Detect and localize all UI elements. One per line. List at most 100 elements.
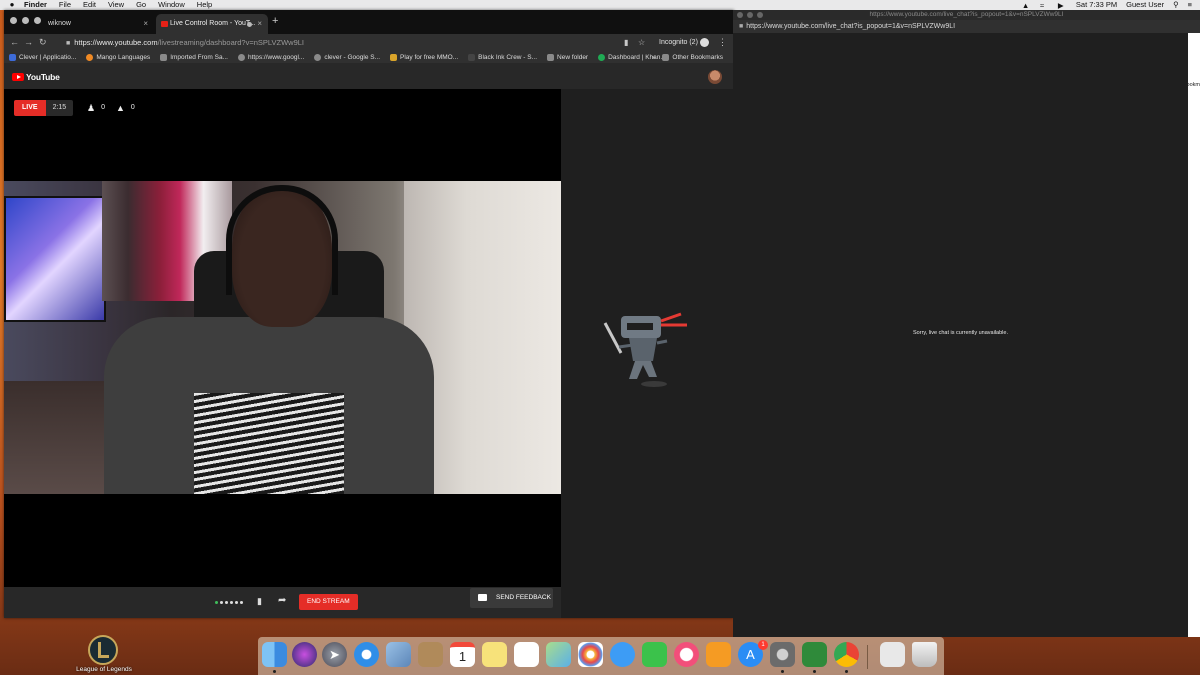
new-tab-button[interactable]: + bbox=[272, 15, 278, 27]
forward-icon[interactable]: → bbox=[24, 34, 33, 51]
photos-icon[interactable] bbox=[578, 642, 603, 667]
send-feedback-button[interactable]: SEND FEEDBACK bbox=[470, 588, 553, 608]
incognito-icon[interactable] bbox=[700, 38, 709, 47]
finder-icon[interactable] bbox=[262, 642, 287, 667]
youtube-favicon-icon bbox=[161, 21, 168, 27]
popup-window-controls bbox=[737, 12, 763, 18]
share-icon[interactable]: ➦ bbox=[278, 595, 286, 606]
popup-url: https://www.youtube.com/live_chat?is_pop… bbox=[746, 23, 956, 30]
live-chat-popup: https://www.youtube.com/live_chat?is_pop… bbox=[733, 10, 1200, 637]
live-badge: LIVE 2:15 bbox=[14, 100, 74, 116]
notification-center-icon[interactable]: ≡ bbox=[1188, 0, 1192, 10]
close-tab-icon[interactable]: × bbox=[143, 14, 148, 34]
folder-icon bbox=[662, 53, 670, 61]
address-bar[interactable]: ■ https://www.youtube.com/livestreaming/d… bbox=[58, 36, 652, 49]
spotlight-icon[interactable]: ⚲ bbox=[1173, 0, 1179, 10]
avatar[interactable] bbox=[708, 70, 722, 84]
preview-icon[interactable] bbox=[386, 642, 411, 667]
menubar-clock[interactable]: Sat 7:33 PM bbox=[1076, 0, 1117, 10]
back-icon[interactable]: ← bbox=[10, 34, 19, 51]
close-tab-icon[interactable]: × bbox=[257, 14, 262, 34]
contacts-icon[interactable] bbox=[418, 642, 443, 667]
shield-app-icon[interactable] bbox=[802, 642, 827, 667]
maps-icon[interactable] bbox=[546, 642, 571, 667]
volume-icon[interactable]: ▶ bbox=[1058, 1, 1067, 10]
itunes-icon[interactable] bbox=[674, 642, 699, 667]
end-stream-button[interactable]: END STREAM bbox=[299, 594, 358, 610]
messages-icon[interactable] bbox=[610, 642, 635, 667]
menu-go[interactable]: Go bbox=[130, 0, 152, 10]
downloads-icon[interactable] bbox=[880, 642, 905, 667]
close-window-button[interactable] bbox=[737, 12, 743, 18]
minimize-window-button[interactable] bbox=[747, 12, 753, 18]
bookmark-item[interactable]: https://www.googl... bbox=[233, 53, 309, 61]
siri-icon[interactable] bbox=[292, 642, 317, 667]
viewer-count: ♟ 0 bbox=[87, 100, 105, 116]
menu-kebab-icon[interactable]: ⋮ bbox=[718, 34, 727, 51]
bookmark-item[interactable]: Clever | Applicatio... bbox=[4, 53, 81, 61]
menu-help[interactable]: Help bbox=[191, 0, 218, 10]
other-bookmarks[interactable]: Other Bookmarks bbox=[657, 53, 728, 61]
popup-address-bar[interactable]: ■ https://www.youtube.com/live_chat?is_po… bbox=[733, 20, 1200, 33]
menu-edit[interactable]: Edit bbox=[77, 0, 102, 10]
incognito-label[interactable]: Incognito (2) bbox=[659, 34, 698, 51]
bookmarks-overflow-icon[interactable]: » bbox=[652, 54, 656, 61]
notes-icon[interactable] bbox=[482, 642, 507, 667]
youtube-logo[interactable]: YouTube bbox=[12, 72, 60, 82]
viewers-icon: ♟ bbox=[87, 103, 96, 113]
camera-icon[interactable]: ▮ bbox=[624, 34, 628, 51]
reminders-icon[interactable] bbox=[514, 642, 539, 667]
menu-finder[interactable]: Finder bbox=[18, 0, 53, 10]
reload-icon[interactable]: ↻ bbox=[39, 34, 47, 51]
running-indicator bbox=[845, 670, 848, 673]
app-store-badge: 1 bbox=[758, 640, 768, 650]
khan-icon bbox=[598, 53, 606, 61]
tab-wiknow[interactable]: wiknow × bbox=[34, 14, 154, 34]
stream-controls: ▮ ➦ END STREAM SEND FEEDBACK bbox=[4, 587, 561, 618]
menu-window[interactable]: Window bbox=[152, 0, 191, 10]
trash-icon[interactable] bbox=[912, 642, 937, 667]
minimize-window-button[interactable] bbox=[22, 17, 29, 24]
wifi-icon[interactable]: ≈ bbox=[1040, 1, 1049, 10]
bookmark-item[interactable]: Play for free MMO... bbox=[385, 53, 463, 61]
browser-toolbar: ← → ↻ ■ https://www.youtube.com/livestrea… bbox=[4, 34, 734, 51]
bookmark-item[interactable]: Mango Languages bbox=[81, 53, 155, 61]
menu-file[interactable]: File bbox=[53, 0, 77, 10]
launchpad-icon[interactable]: ➤ bbox=[322, 642, 347, 667]
tab-live-control-room[interactable]: Live Control Room - YouT... × bbox=[156, 14, 268, 34]
background-window-edge bbox=[1188, 33, 1200, 637]
video-headphones bbox=[226, 185, 338, 295]
menu-bar: ● Finder File Edit View Go Window Help ▲… bbox=[0, 0, 1200, 10]
elapsed-time: 2:15 bbox=[45, 100, 74, 116]
microphone-icon[interactable]: ▮ bbox=[257, 596, 262, 607]
background-window-text: ookm bbox=[1186, 82, 1200, 88]
video-shirt-print bbox=[194, 393, 344, 494]
bookmark-item[interactable]: clever - Google S... bbox=[309, 53, 385, 61]
close-window-button[interactable] bbox=[10, 17, 17, 24]
bookmark-item[interactable]: Imported From Sa... bbox=[155, 53, 233, 61]
zoom-window-button[interactable] bbox=[757, 12, 763, 18]
bookmark-favicon-icon bbox=[9, 53, 16, 61]
ibooks-icon[interactable] bbox=[706, 642, 731, 667]
recording-icon bbox=[247, 22, 252, 27]
google-icon bbox=[314, 53, 322, 61]
bookmark-star-icon[interactable]: ☆ bbox=[638, 34, 645, 51]
thumbs-up-icon: ▲ bbox=[116, 103, 125, 113]
calendar-icon[interactable]: 1 bbox=[450, 642, 475, 667]
league-of-legends-icon[interactable] bbox=[86, 634, 120, 666]
menu-view[interactable]: View bbox=[102, 0, 130, 10]
chrome-icon[interactable] bbox=[834, 642, 859, 667]
url-path: /livestreaming/dashboard?v=nSPLVZWw9LI bbox=[157, 38, 305, 47]
safari-icon[interactable] bbox=[354, 642, 379, 667]
bookmark-item[interactable]: New folder bbox=[542, 53, 593, 61]
facetime-icon[interactable] bbox=[642, 642, 667, 667]
menubar-user[interactable]: Guest User bbox=[1126, 0, 1164, 10]
bookmark-item[interactable]: Black Ink Crew - S... bbox=[463, 53, 542, 61]
webcam-video[interactable] bbox=[4, 181, 561, 494]
audio-level-indicator bbox=[215, 601, 243, 604]
bookmarks-bar: Clever | Applicatio... Mango Languages I… bbox=[4, 51, 734, 63]
shield-status-icon[interactable]: ▲ bbox=[1022, 1, 1031, 10]
system-preferences-icon[interactable] bbox=[770, 642, 795, 667]
live-label: LIVE bbox=[14, 100, 46, 116]
apple-icon[interactable]: ● bbox=[6, 0, 18, 10]
